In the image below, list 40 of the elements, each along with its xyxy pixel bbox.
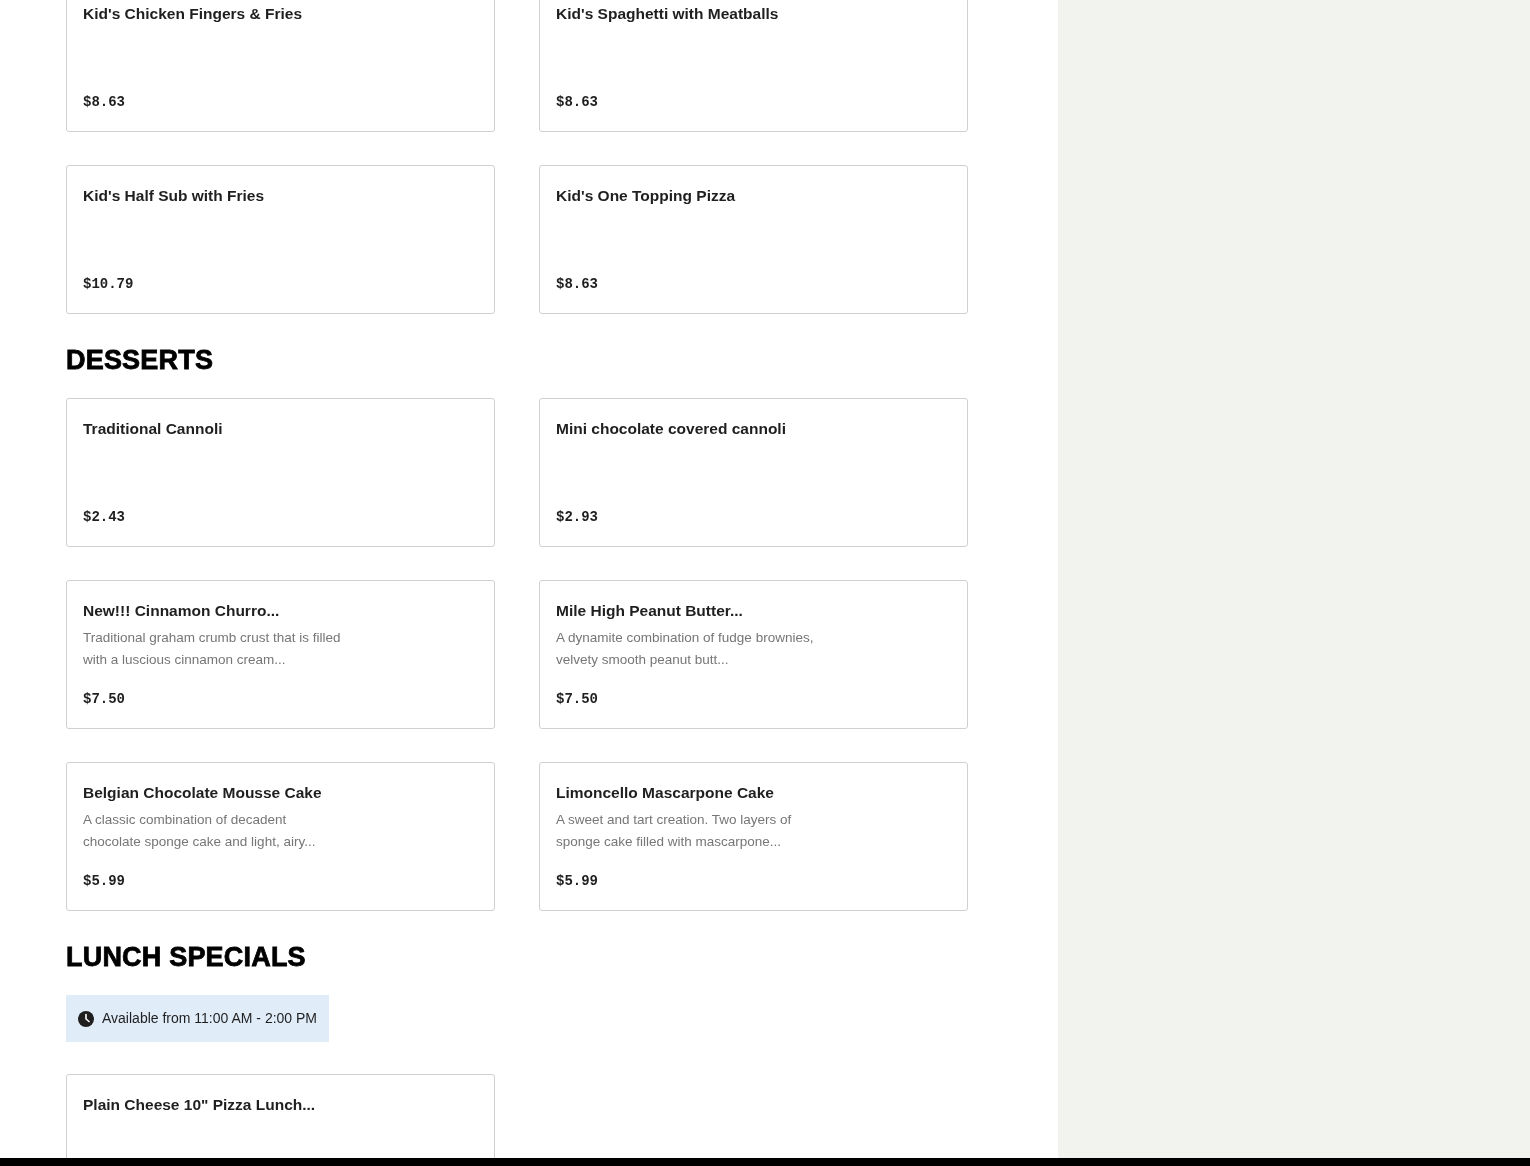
- item-price: $10.79: [83, 275, 135, 294]
- section-heading: DESSERTS: [66, 344, 215, 376]
- menu-item-card[interactable]: Plain Cheese 10" Pizza Lunch...: [66, 1074, 495, 1158]
- menu-item-card[interactable]: Belgian Chocolate Mousse Cake A classic combination of decadent chocolate sponge cake and light, airy... $5.99: [66, 762, 495, 911]
- clock-icon: [78, 1010, 94, 1027]
- item-description: A sweet and tart creation. Two layers of sponge cake filled with mascarpone...: [556, 811, 793, 851]
- item-price: $8.63: [556, 275, 599, 294]
- item-name: Mile High Peanut Butter...: [556, 601, 744, 621]
- item-description: A dynamite combination of fudge brownies, velvety smooth peanut butt...: [556, 629, 814, 669]
- item-price: $8.63: [83, 93, 126, 112]
- item-name: Mini chocolate covered cannoli: [556, 419, 787, 439]
- section-heading: LUNCH SPECIALS: [66, 941, 307, 973]
- menu-item-card[interactable]: Kid's Chicken Fingers & Fries $8.63: [66, 0, 495, 132]
- item-name: New!!! Cinnamon Churro...: [83, 601, 281, 621]
- item-price: $2.93: [556, 508, 599, 527]
- item-name: Belgian Chocolate Mousse Cake: [83, 783, 323, 803]
- menu-item-card[interactable]: Mini chocolate covered cannoli $2.93: [539, 398, 968, 547]
- item-name: Kid's One Topping Pizza: [556, 186, 737, 206]
- item-price: $5.99: [556, 872, 599, 891]
- menu-item-card[interactable]: Traditional Cannoli $2.43: [66, 398, 495, 547]
- menu-item-card[interactable]: Mile High Peanut Butter... A dynamite combination of fudge brownies, velvety smooth peanut butt... $7.50: [539, 580, 968, 729]
- item-name: Kid's Half Sub with Fries: [83, 186, 266, 206]
- item-price: $5.99: [83, 872, 126, 891]
- availability-text: Available from 11:00 AM - 2:00 PM: [102, 1009, 318, 1028]
- item-name: Kid's Spaghetti with Meatballs: [556, 4, 780, 24]
- menu-item-card[interactable]: Kid's Half Sub with Fries $10.79: [66, 165, 495, 314]
- item-description: A classic combination of decadent chocolate sponge cake and light, airy...: [83, 811, 317, 851]
- menu-item-card[interactable]: Kid's One Topping Pizza $8.63: [539, 165, 968, 314]
- item-name: Limoncello Mascarpone Cake: [556, 783, 775, 803]
- menu-item-card[interactable]: Limoncello Mascarpone Cake A sweet and tart creation. Two layers of sponge cake filled with mascarpone... $5.99: [539, 762, 968, 911]
- item-price: $7.50: [83, 690, 126, 709]
- item-price: $8.63: [556, 93, 599, 112]
- menu-item-card[interactable]: Kid's Spaghetti with Meatballs $8.63: [539, 0, 968, 132]
- item-name: Kid's Chicken Fingers & Fries: [83, 4, 304, 24]
- item-name: Plain Cheese 10" Pizza Lunch...: [83, 1095, 317, 1115]
- menu-item-card[interactable]: New!!! Cinnamon Churro... Traditional graham crumb crust that is filled with a luscious cinnamon cream... $7.50: [66, 580, 495, 729]
- item-price: $2.43: [83, 508, 126, 527]
- item-name: Traditional Cannoli: [83, 419, 224, 439]
- item-price: $7.50: [556, 690, 599, 709]
- item-description: Traditional graham crumb crust that is filled with a luscious cinnamon cream...: [83, 629, 341, 669]
